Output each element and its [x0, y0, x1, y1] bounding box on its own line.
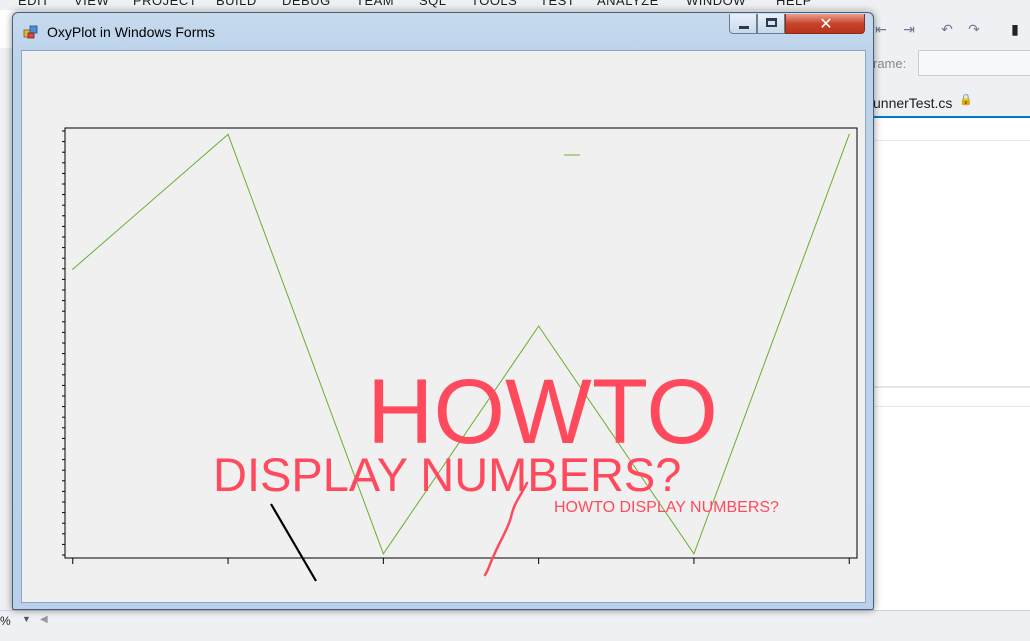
- ide-statusbar: [0, 610, 1030, 641]
- toolbar-outdent-icon[interactable]: ⇥: [900, 20, 918, 38]
- menu-edit[interactable]: EDIT: [18, 0, 50, 8]
- tab-runner-test[interactable]: unnerTest.cs: [873, 95, 952, 111]
- x-axis: [72, 558, 850, 564]
- close-icon: ✕: [819, 14, 833, 33]
- toolbar-indent-icon[interactable]: ⇤: [872, 20, 890, 38]
- code-editor[interactable]: [872, 118, 1030, 610]
- lock-icon: 🔒: [959, 94, 973, 106]
- data-point: [72, 268, 74, 270]
- frame-dropdown[interactable]: [918, 50, 1030, 76]
- data-point: [382, 553, 384, 555]
- zoom-level[interactable]: %: [0, 614, 11, 628]
- maximize-button[interactable]: [757, 14, 785, 34]
- editor-divider: [872, 406, 1030, 407]
- close-button[interactable]: ✕: [785, 14, 865, 34]
- app-icon: [23, 25, 38, 39]
- menu-analyze[interactable]: ANALYZE: [597, 0, 659, 8]
- ide-menubar: EDIT VIEW PROJECT BUILD DEBUG TEAM SQL T…: [0, 0, 1030, 10]
- editor-divider: [872, 386, 1030, 388]
- menu-test[interactable]: TEST: [540, 0, 575, 8]
- menu-help[interactable]: HELP: [776, 0, 812, 8]
- menu-team[interactable]: TEAM: [356, 0, 394, 8]
- data-point: [848, 133, 850, 135]
- editor-divider: [872, 140, 1030, 141]
- data-point: [538, 325, 540, 327]
- scroll-left-icon[interactable]: ◀: [40, 614, 48, 625]
- toolbar-next-bookmark-icon[interactable]: ↷: [965, 20, 983, 38]
- chevron-down-icon[interactable]: ▼: [22, 614, 31, 624]
- menu-window[interactable]: WINDOW: [686, 0, 746, 8]
- toolbar-prev-bookmark-icon[interactable]: ↶: [938, 20, 956, 38]
- oxyplot-window: OxyPlot in Windows Forms ✕ HOWTO DISPLAY…: [12, 12, 874, 610]
- data-point: [227, 133, 229, 135]
- menu-build[interactable]: BUILD: [216, 0, 257, 8]
- menu-tools[interactable]: TOOLS: [471, 0, 517, 8]
- annotation-small-text: HOWTO DISPLAY NUMBERS?: [554, 499, 779, 516]
- frame-label: rame:: [873, 56, 907, 71]
- annotation-display-numbers: DISPLAY NUMBERS?: [213, 448, 681, 501]
- toolbar-bookmark-icon[interactable]: ▮: [1006, 20, 1024, 38]
- menu-view[interactable]: VIEW: [74, 0, 109, 8]
- menu-debug[interactable]: DEBUG: [282, 0, 331, 8]
- menu-project[interactable]: PROJECT: [133, 0, 197, 8]
- menu-sql[interactable]: SQL: [419, 0, 447, 8]
- plot-view[interactable]: HOWTO DISPLAY NUMBERS? HOWTO DISPLAY NUM…: [22, 51, 865, 602]
- ide-toolbar: ⇤ ⇥ ↶ ↷ ▮: [870, 10, 1030, 48]
- minimize-button[interactable]: [729, 14, 757, 34]
- plot-client-area[interactable]: HOWTO DISPLAY NUMBERS? HOWTO DISPLAY NUM…: [21, 50, 866, 603]
- window-title: OxyPlot in Windows Forms: [47, 24, 216, 40]
- annotation-black-stroke: [270, 503, 317, 582]
- y-axis: [62, 130, 65, 556]
- data-point: [693, 553, 695, 555]
